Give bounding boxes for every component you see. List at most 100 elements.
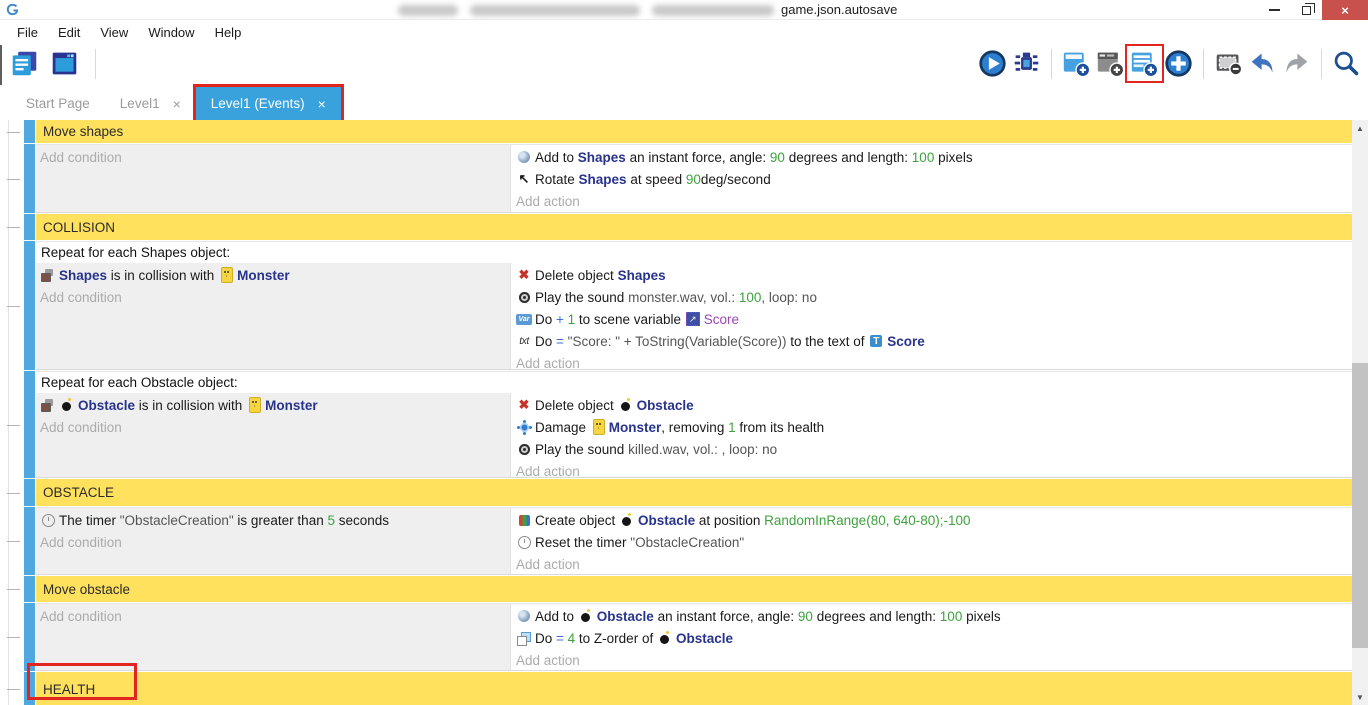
event-selection-bar[interactable] <box>24 371 35 478</box>
add-external-layout-button[interactable] <box>1095 48 1126 79</box>
text-segment: 100 <box>940 609 963 624</box>
action-line[interactable]: Reset the timer "ObstacleCreation" <box>516 531 1352 553</box>
action-line[interactable]: Do + 1 to scene variable Score <box>516 308 1352 330</box>
add-external-events-button[interactable] <box>1129 48 1160 79</box>
action-line[interactable]: Rotate Shapes at speed 90deg/second <box>516 168 1352 190</box>
text-segment: Monster <box>265 398 318 413</box>
actions-cell[interactable]: Delete object ObstacleDamage Monster, re… <box>510 393 1352 477</box>
undo-button[interactable] <box>1247 48 1278 79</box>
add-condition-button[interactable]: Add condition <box>40 531 510 553</box>
action-line[interactable]: Delete object Obstacle <box>516 394 1352 416</box>
event-selection-bar[interactable] <box>24 507 35 575</box>
text-segment: The timer <box>59 513 120 528</box>
event-move-obstacle[interactable]: Add condition Add to Obstacle an instant … <box>36 603 1352 671</box>
tab-close-icon[interactable]: × <box>173 96 181 112</box>
add-action-button[interactable]: Add action <box>516 190 1352 212</box>
group-obstacle-row: OBSTACLE <box>24 479 1352 506</box>
event-move-shapes[interactable]: Add condition Add to Shapes an instant fo… <box>36 144 1352 213</box>
redacted-title-text <box>470 5 640 16</box>
conditions-cell[interactable]: Add condition <box>36 604 510 670</box>
vertical-scrollbar[interactable]: ▲ ▼ <box>1352 120 1368 705</box>
add-scene-button[interactable] <box>1061 48 1092 79</box>
tab-level1[interactable]: Level1× <box>105 87 196 120</box>
group-collision[interactable]: COLLISION <box>36 214 1352 240</box>
add-external-layout-icon <box>1096 49 1125 78</box>
action-line[interactable]: Add to Obstacle an instant force, angle:… <box>516 605 1352 627</box>
menu-view[interactable]: View <box>90 20 138 45</box>
redo-button[interactable] <box>1281 48 1312 79</box>
text-segment: Shapes <box>618 268 666 283</box>
menu-edit[interactable]: Edit <box>48 20 90 45</box>
actions-cell[interactable]: Add to Obstacle an instant force, angle:… <box>510 604 1352 670</box>
add-condition-button[interactable]: Add condition <box>40 146 510 168</box>
add-condition-button[interactable]: Add condition <box>40 416 510 438</box>
action-line[interactable]: Do = "Score: " + ToString(Variable(Score… <box>516 330 1352 352</box>
event-selection-bar[interactable] <box>24 603 35 671</box>
group-health[interactable]: HEALTH <box>36 672 1352 705</box>
actions-cell[interactable]: Add to Shapes an instant force, angle: 9… <box>510 145 1352 212</box>
search-button[interactable] <box>1331 48 1362 79</box>
events-sheet: Move shapes Add condition Add to Shapes an… <box>0 120 1368 705</box>
event-selection-bar[interactable] <box>24 241 35 370</box>
text-icon <box>516 333 532 349</box>
action-line[interactable]: Play the sound monster.wav, vol.: 100, l… <box>516 286 1352 308</box>
event-cells: The timer "ObstacleCreation" is greater … <box>36 508 1352 574</box>
action-line[interactable]: Add to Shapes an instant force, angle: 9… <box>516 146 1352 168</box>
text-segment: to Z-order of <box>575 631 657 646</box>
action-line[interactable]: Create object Obstacle at position Rando… <box>516 509 1352 531</box>
add-new-button[interactable] <box>1163 48 1194 79</box>
debug-button[interactable] <box>1011 48 1042 79</box>
group-obstacle[interactable]: OBSTACLE <box>36 479 1352 506</box>
project-manager-button[interactable] <box>9 48 40 79</box>
action-line[interactable]: Damage Monster, removing 1 from its heal… <box>516 416 1352 438</box>
event-selection-bar[interactable] <box>24 214 35 240</box>
collision-icon <box>40 267 56 283</box>
scroll-up-arrow-icon[interactable]: ▲ <box>1352 120 1368 136</box>
event-selection-bar[interactable] <box>24 120 35 143</box>
condition-line[interactable]: The timer "ObstacleCreation" is greater … <box>40 509 510 531</box>
close-button[interactable]: × <box>1322 0 1368 20</box>
group-move-shapes-row: Move shapes <box>24 120 1352 143</box>
restore-button[interactable] <box>1290 0 1322 20</box>
group-move-obstacle[interactable]: Move obstacle <box>36 576 1352 602</box>
actions-cell[interactable]: Create object Obstacle at position Rando… <box>510 508 1352 574</box>
event-obstacle-timer[interactable]: The timer "ObstacleCreation" is greater … <box>36 507 1352 575</box>
repeat-header[interactable]: Repeat for each Obstacle object: <box>36 372 1352 393</box>
event-shapes-monster-collision[interactable]: Repeat for each Shapes object:Shapes is … <box>36 241 1352 370</box>
conditions-cell[interactable]: Add condition <box>36 145 510 212</box>
tab-level1-events[interactable]: Level1 (Events)× <box>196 87 341 120</box>
add-action-button[interactable]: Add action <box>516 553 1352 575</box>
action-line[interactable]: Delete object Shapes <box>516 264 1352 286</box>
event-selection-bar[interactable] <box>24 479 35 506</box>
action-line[interactable]: Play the sound killed.wav, vol.: , loop:… <box>516 438 1352 460</box>
action-line[interactable]: Do = 4 to Z-order of Obstacle <box>516 627 1352 649</box>
text-segment: Shapes <box>579 172 627 187</box>
condition-line[interactable]: Obstacle is in collision with Monster <box>40 394 510 416</box>
repeat-header[interactable]: Repeat for each Shapes object: <box>36 242 1352 263</box>
text-segment: Play the sound <box>535 290 628 305</box>
tab-close-icon[interactable]: × <box>318 96 326 112</box>
remove-button[interactable] <box>1213 48 1244 79</box>
add-condition-button[interactable]: Add condition <box>40 605 510 627</box>
play-button[interactable] <box>977 48 1008 79</box>
condition-line[interactable]: Shapes is in collision with Monster <box>40 264 510 286</box>
conditions-cell[interactable]: Shapes is in collision with MonsterAdd c… <box>36 263 510 369</box>
add-action-button[interactable]: Add action <box>516 649 1352 671</box>
event-selection-bar[interactable] <box>24 576 35 602</box>
menu-help[interactable]: Help <box>205 20 252 45</box>
tab-start-page[interactable]: Start Page <box>11 87 105 120</box>
scroll-down-arrow-icon[interactable]: ▼ <box>1352 689 1368 705</box>
group-move-shapes[interactable]: Move shapes <box>36 120 1352 143</box>
menu-file[interactable]: File <box>7 20 48 45</box>
zorder-icon <box>516 630 532 646</box>
scrollbar-thumb[interactable] <box>1352 363 1368 648</box>
conditions-cell[interactable]: Obstacle is in collision with MonsterAdd… <box>36 393 510 477</box>
event-obstacle-monster-collision[interactable]: Repeat for each Obstacle object:Obstacle… <box>36 371 1352 478</box>
menu-window[interactable]: Window <box>138 20 204 45</box>
minimize-button[interactable] <box>1258 0 1290 20</box>
event-selection-bar[interactable] <box>24 144 35 213</box>
actions-cell[interactable]: Delete object ShapesPlay the sound monst… <box>510 263 1352 369</box>
conditions-cell[interactable]: The timer "ObstacleCreation" is greater … <box>36 508 510 574</box>
scene-editor-button[interactable] <box>49 48 80 79</box>
add-condition-button[interactable]: Add condition <box>40 286 510 308</box>
